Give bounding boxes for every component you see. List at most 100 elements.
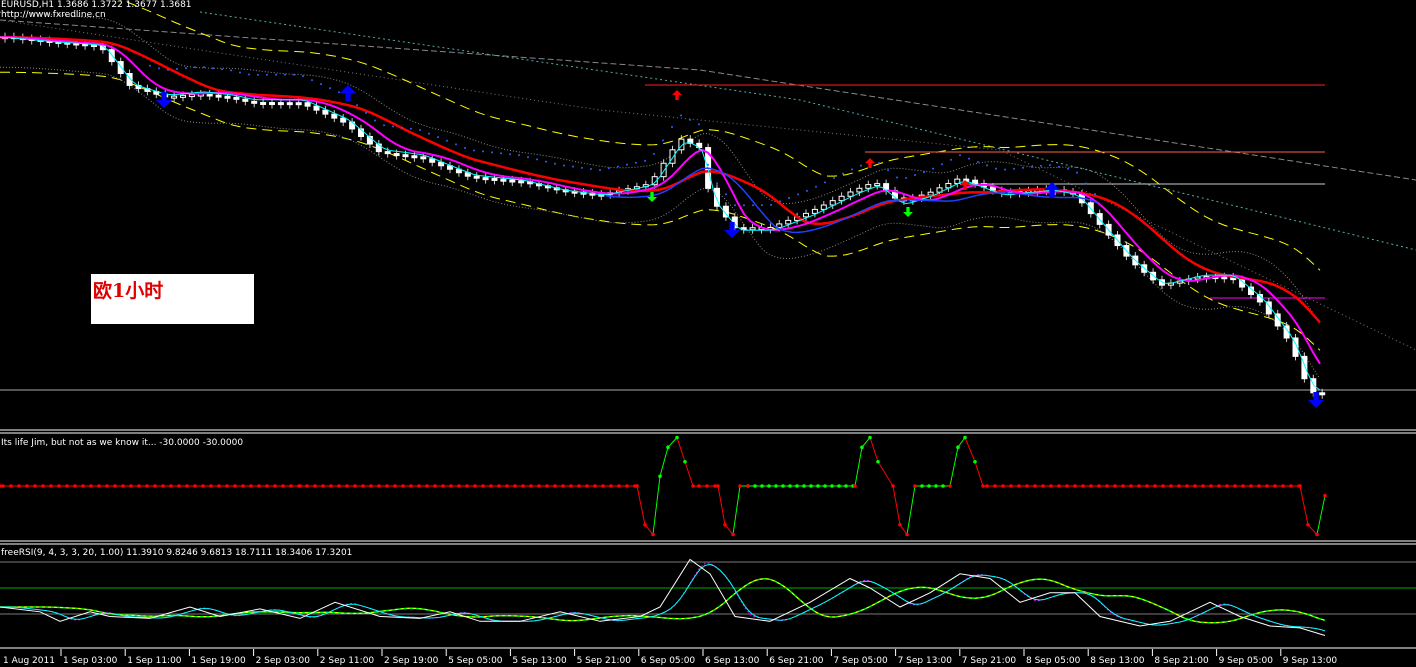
jim-indicator-dot (1185, 484, 1189, 488)
jim-indicator-point (956, 445, 960, 450)
parabolic-sar-dot (410, 127, 412, 130)
time-axis-label: 2 Sep 03:00 (255, 656, 310, 666)
jim-indicator-dot (305, 484, 309, 488)
parabolic-sar-dot (491, 151, 493, 154)
price-chart[interactable] (0, 0, 1416, 667)
jim-indicator-dot (577, 484, 581, 488)
parabolic-sar-dot (752, 204, 754, 207)
jim-indicator-point (675, 435, 679, 440)
candle-body (304, 102, 311, 107)
jim-indicator-dot (1193, 484, 1197, 488)
parabolic-sar-dot (446, 139, 448, 142)
parabolic-sar-dot (158, 67, 160, 70)
parabolic-sar-dot (509, 153, 511, 156)
jim-indicator-dot (481, 484, 485, 488)
parabolic-sar-dot (662, 139, 664, 142)
jim-indicator-dot (473, 484, 477, 488)
jim-indicator-point (973, 459, 977, 464)
parabolic-sar-dot (905, 176, 907, 179)
jim-indicator-dot (609, 484, 613, 488)
jim-indicator-segment (861, 437, 871, 448)
parabolic-sar-dot (437, 136, 439, 139)
jim-indicator-dot (585, 484, 589, 488)
parabolic-sar-dot (941, 163, 943, 166)
jim-indicator-dot (781, 484, 785, 488)
jim-indicator-point (853, 484, 857, 488)
jim-indicator-dot (1145, 484, 1149, 488)
parabolic-sar-dot (482, 150, 484, 153)
parabolic-sar-dot (1013, 167, 1015, 170)
jim-indicator-dot (345, 484, 349, 488)
jim-indicator-segment (724, 524, 734, 535)
parabolic-sar-dot (698, 123, 700, 126)
candle-body (384, 151, 391, 155)
jim-indicator-dot (1113, 484, 1117, 488)
jim-indicator-dot (1001, 484, 1005, 488)
candle-body (785, 219, 792, 225)
parabolic-sar-dot (1067, 167, 1069, 170)
jim-indicator-dot (161, 484, 165, 488)
jim-indicator-dot (313, 484, 317, 488)
parabolic-sar-dot (149, 64, 151, 67)
jim-indicator-title: Its life Jim, but not as we know it... -… (1, 438, 244, 448)
time-axis-label: 5 Sep 13:00 (512, 656, 567, 666)
jim-indicator-dot (1209, 484, 1213, 488)
parabolic-sar-dot (635, 161, 637, 164)
parabolic-sar-dot (797, 193, 799, 196)
candle-body (188, 94, 195, 98)
time-axis-label: 1 Sep 11:00 (127, 656, 182, 666)
jim-indicator-dot (802, 484, 806, 488)
parabolic-sar-dot (257, 73, 259, 76)
time-axis-label: 7 Sep 21:00 (961, 656, 1017, 666)
jim-indicator-segment (1299, 485, 1309, 525)
jim-indicator-dot (985, 484, 989, 488)
parabolic-sar-dot (419, 128, 421, 131)
candle-body (180, 94, 186, 98)
jim-indicator-point (738, 484, 742, 488)
jim-indicator-dot (9, 484, 13, 488)
jim-indicator-dot (225, 484, 229, 488)
parabolic-sar-dot (1049, 164, 1051, 166)
parabolic-sar-dot (302, 75, 304, 78)
jim-indicator-segment (949, 447, 959, 487)
candle-body (277, 102, 284, 106)
time-axis-label: 9 Sep 13:00 (1282, 656, 1338, 666)
parabolic-sar-dot (680, 114, 682, 117)
parabolic-sar-dot (770, 203, 772, 206)
jim-indicator-segment (732, 485, 741, 535)
parabolic-sar-dot (221, 68, 223, 71)
time-axis-label: 6 Sep 21:00 (769, 656, 824, 666)
time-axis-label: 6 Sep 13:00 (705, 656, 760, 666)
parabolic-sar-dot (275, 73, 277, 76)
parabolic-sar-dot (230, 69, 232, 72)
jim-indicator-dot (1241, 484, 1245, 488)
jim-indicator-dot (1177, 484, 1181, 488)
parabolic-sar-dot (500, 152, 502, 155)
candle-body (242, 98, 249, 102)
jim-indicator-dot (489, 484, 493, 488)
parabolic-sar-dot (401, 126, 403, 129)
rsi-line-magenta (0, 562, 1326, 632)
candle-body (865, 184, 872, 189)
candle-body (224, 95, 231, 99)
jim-indicator-dot (1217, 484, 1221, 488)
parabolic-sar-dot (590, 168, 592, 171)
moving-average-blue (605, 167, 1099, 234)
jim-indicator-dot (1089, 484, 1093, 488)
jim-indicator-dot (1161, 484, 1165, 488)
jim-indicator-dot (844, 484, 848, 488)
parabolic-sar-dot (995, 167, 997, 170)
jim-indicator-dot (927, 484, 931, 488)
jim-indicator-dot (433, 484, 437, 488)
buy-arrow-icon (647, 192, 657, 202)
jim-indicator-dot (617, 484, 621, 488)
jim-indicator-dot (113, 484, 117, 488)
jim-indicator-dot (537, 484, 541, 488)
candle-body (171, 95, 178, 99)
parabolic-sar-dot (923, 171, 925, 174)
parabolic-sar-dot (1031, 165, 1033, 168)
jim-indicator-dot (521, 484, 525, 488)
candle-body (1221, 276, 1228, 280)
parabolic-sar-dot (815, 185, 817, 188)
parabolic-sar-dot (464, 147, 466, 150)
